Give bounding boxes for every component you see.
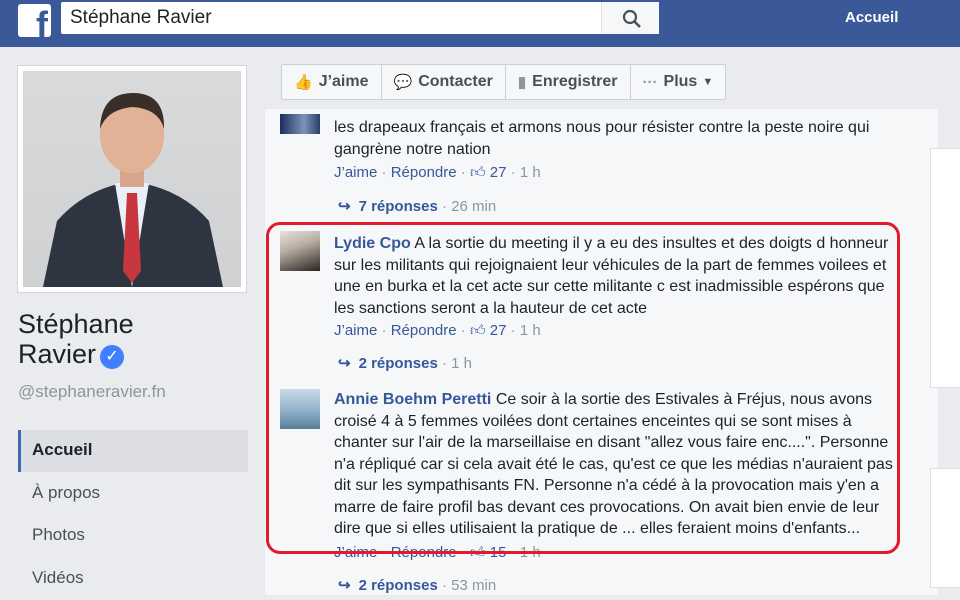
comment-text: les drapeaux français et armons nous pou… <box>334 119 870 158</box>
replies-time: 26 min <box>451 198 497 215</box>
highlight-annotation <box>266 222 900 554</box>
more-dots-icon: ··· <box>642 73 658 91</box>
more-label: Plus <box>663 73 698 90</box>
chat-bubble-icon: 💬 <box>393 74 413 91</box>
contact-button[interactable]: 💬 Contacter <box>382 65 506 99</box>
comment-meta: J’aime · Répondre · 👍︎ 27 · 1 h <box>334 164 541 181</box>
thumbs-up-icon: 👍︎ <box>469 164 486 181</box>
save-label: Enregistrer <box>532 73 618 90</box>
replies-time: 53 min <box>451 577 497 594</box>
left-column: Stéphane Ravier ✓ @stephaneravier.fn Accu… <box>0 47 265 595</box>
profile-photo <box>23 71 241 287</box>
search-icon <box>622 9 641 28</box>
view-replies-link[interactable]: ↪ 2 réponses · 53 min <box>338 576 496 594</box>
reply-arrow-icon: ↪ <box>338 198 351 215</box>
nav-home-link[interactable]: Accueil <box>845 9 898 26</box>
replies-count: 2 réponses <box>358 577 438 594</box>
view-replies-link[interactable]: ↪ 7 réponses · 26 min <box>338 197 496 215</box>
search-input[interactable]: Stéphane Ravier <box>61 2 659 34</box>
like-page-button[interactable]: 👍 J’aime <box>282 65 382 99</box>
more-button[interactable]: ··· Plus ▼ <box>631 65 726 99</box>
right-column-card <box>930 148 960 388</box>
page-handle: @stephaneravier.fn <box>18 382 166 401</box>
profile-picture[interactable] <box>17 65 247 293</box>
reply-arrow-icon: ↪ <box>338 577 351 594</box>
sidebar-item-accueil[interactable]: Accueil <box>18 430 248 472</box>
verified-check-icon: ✓ <box>100 345 125 369</box>
sidebar-item-photos[interactable]: Photos <box>18 515 248 557</box>
like-page-label: J’aime <box>318 73 369 90</box>
comment-like-link[interactable]: J’aime <box>334 164 377 181</box>
comment-time: 1 h <box>519 164 541 181</box>
page-title: Stéphane Ravier ✓ <box>18 309 134 369</box>
page-action-bar: 👍 J’aime 💬 Contacter ▮ Enregistrer ··· Plus ▼ <box>281 64 727 100</box>
page-name-line2: Ravier <box>18 339 97 369</box>
bookmark-icon: ▮ <box>517 74 527 91</box>
comment-like-count[interactable]: 👍︎ 27 <box>470 164 507 181</box>
right-column-card <box>930 468 960 588</box>
thumbs-up-icon: 👍 <box>294 74 313 91</box>
search-value: Stéphane Ravier <box>70 7 212 28</box>
comment-reply-link[interactable]: Répondre <box>391 164 457 181</box>
like-count-value: 27 <box>489 164 507 181</box>
replies-count: 7 réponses <box>358 198 438 215</box>
avatar[interactable] <box>280 114 320 134</box>
search-button[interactable] <box>601 2 659 34</box>
contact-label: Contacter <box>418 73 493 90</box>
sidebar-item-videos[interactable]: Vidéos <box>18 558 248 600</box>
save-button[interactable]: ▮ Enregistrer <box>506 65 631 99</box>
sidebar-item-a-propos[interactable]: À propos <box>18 473 248 515</box>
page-name-line1: Stéphane <box>18 309 134 339</box>
chevron-down-icon: ▼ <box>702 76 714 88</box>
top-bar: f Stéphane Ravier Accueil <box>0 0 960 47</box>
facebook-logo-icon[interactable]: f <box>18 4 51 37</box>
